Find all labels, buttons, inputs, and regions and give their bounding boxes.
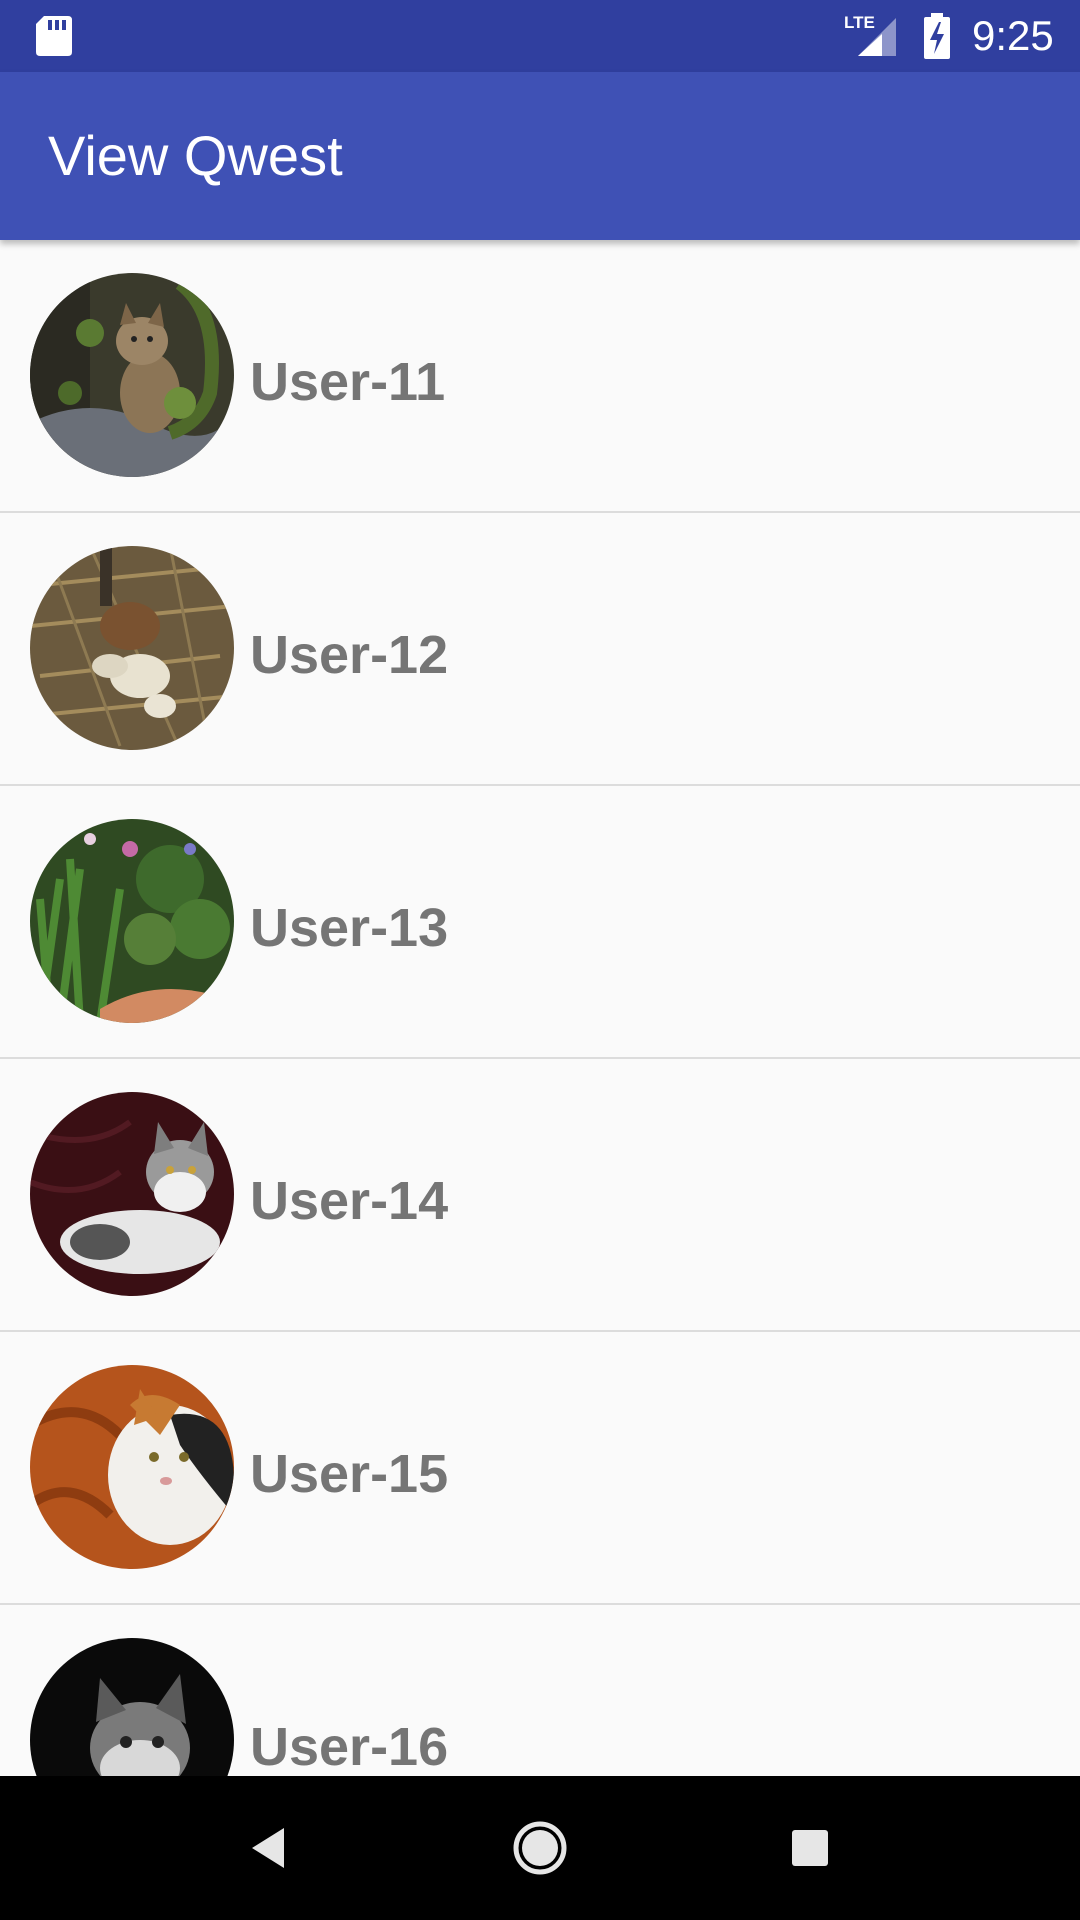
avatar	[30, 1638, 234, 1776]
home-icon[interactable]	[504, 1812, 576, 1884]
app-title: View Qwest	[48, 124, 343, 187]
list-item-user-11[interactable]: User-11	[0, 240, 1080, 513]
sd-card-icon	[36, 16, 72, 56]
status-bar: LTE 9:25	[0, 0, 1080, 72]
avatar	[30, 273, 234, 477]
back-icon[interactable]	[234, 1812, 306, 1884]
user-name: User-13	[250, 898, 449, 958]
recents-icon[interactable]	[774, 1812, 846, 1884]
battery-charging-icon	[924, 13, 950, 59]
user-name: User-14	[250, 1171, 449, 1231]
avatar	[30, 1365, 234, 1569]
avatar	[30, 819, 234, 1023]
list-item-user-14[interactable]: User-14	[0, 1059, 1080, 1332]
network-label: LTE	[844, 13, 875, 32]
screen: LTE 9:25 View Qwest User-11 User-12 User…	[0, 0, 1080, 1920]
list-item-user-16[interactable]: User-16	[0, 1605, 1080, 1776]
status-clock: 9:25	[972, 12, 1054, 59]
user-name: User-16	[250, 1717, 449, 1776]
list-item-user-15[interactable]: User-15	[0, 1332, 1080, 1605]
user-name: User-11	[250, 352, 446, 412]
app-bar: View Qwest	[0, 72, 1080, 240]
user-list[interactable]: User-11 User-12 User-13 User-14 User-15 …	[0, 240, 1080, 1776]
navigation-bar	[0, 1776, 1080, 1920]
avatar	[30, 546, 234, 750]
lte-signal-icon: LTE	[844, 13, 896, 56]
avatar	[30, 1092, 234, 1296]
garden-plants-photo	[30, 819, 234, 1023]
user-name: User-12	[250, 625, 449, 685]
list-item-user-13[interactable]: User-13	[0, 786, 1080, 1059]
kitten-in-straw-photo	[30, 546, 234, 750]
wildcat-photo	[30, 273, 234, 477]
list-item-user-12[interactable]: User-12	[0, 513, 1080, 786]
user-name: User-15	[250, 1444, 449, 1504]
black-white-cat-photo	[30, 1638, 234, 1776]
maine-coon-cat-photo	[30, 1092, 234, 1296]
calico-cat-photo	[30, 1365, 234, 1569]
